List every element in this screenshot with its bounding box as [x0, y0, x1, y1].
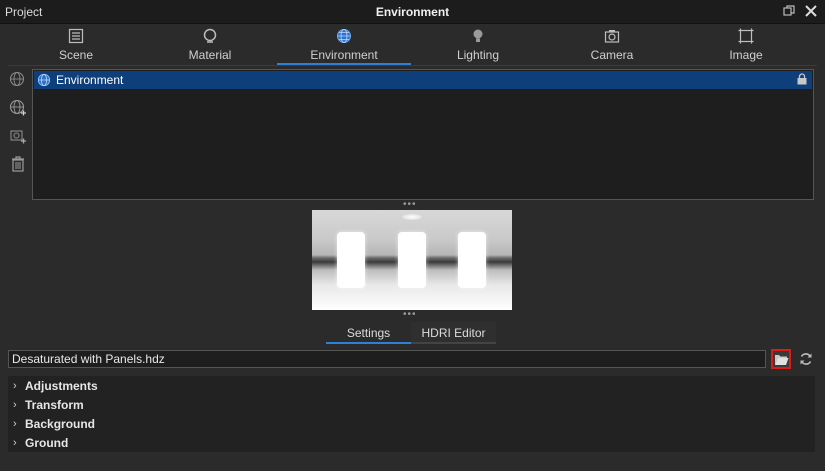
environment-name: Environment — [56, 73, 124, 87]
tab-scene[interactable]: Scene — [9, 24, 143, 66]
tab-settings[interactable]: Settings — [326, 322, 411, 344]
window-title: Environment — [375, 5, 450, 19]
settings-tabs: Settings HDRI Editor — [326, 322, 496, 344]
section-background[interactable]: › Background — [8, 414, 815, 433]
tab-lighting[interactable]: Lighting — [411, 24, 545, 66]
chevron-right-icon: › — [13, 417, 17, 430]
chevron-right-icon: › — [13, 398, 17, 411]
environment-list[interactable]: Environment — [32, 69, 814, 200]
chevron-right-icon: › — [13, 436, 17, 449]
scene-icon — [67, 27, 85, 45]
open-folder-button[interactable] — [771, 349, 791, 369]
reload-button[interactable] — [797, 350, 815, 368]
tab-material[interactable]: Material — [143, 24, 277, 66]
duplicate-environment-icon[interactable] — [8, 98, 28, 118]
bulb-icon — [469, 27, 487, 45]
main-tabs: Scene Material Environment Lighting Came… — [0, 24, 825, 66]
lock-icon[interactable] — [796, 73, 808, 85]
light-panel — [398, 232, 426, 288]
add-environment-icon[interactable] — [8, 70, 28, 90]
capture-environment-icon[interactable] — [8, 126, 28, 146]
title-bar: Project Environment — [0, 0, 825, 24]
tab-hdri-editor[interactable]: HDRI Editor — [411, 322, 496, 344]
folder-icon — [774, 354, 788, 365]
light-panel — [458, 232, 486, 288]
splitter-handle[interactable]: ••• — [403, 310, 417, 320]
camera-icon — [603, 27, 621, 45]
refresh-icon — [800, 353, 812, 365]
globe-icon — [37, 73, 51, 87]
section-transform[interactable]: › Transform — [8, 395, 815, 414]
tab-divider — [8, 65, 817, 66]
settings-sections: › Adjustments › Transform › Background ›… — [8, 376, 815, 452]
globe-icon — [335, 27, 353, 45]
close-icon[interactable] — [803, 3, 819, 19]
restore-icon[interactable] — [781, 3, 797, 19]
chevron-right-icon: › — [13, 379, 17, 392]
section-ground[interactable]: › Ground — [8, 433, 815, 452]
image-icon — [737, 27, 755, 45]
hdri-preview[interactable] — [312, 210, 512, 310]
tab-camera[interactable]: Camera — [545, 24, 679, 66]
list-item[interactable]: Environment — [34, 71, 812, 89]
material-icon — [201, 27, 219, 45]
hdri-file-field[interactable]: Desaturated with Panels.hdz — [8, 350, 766, 368]
splitter-handle[interactable]: ••• — [403, 200, 417, 210]
tab-environment[interactable]: Environment — [277, 24, 411, 66]
trash-icon[interactable] — [8, 154, 28, 174]
section-adjustments[interactable]: › Adjustments — [8, 376, 815, 395]
environment-toolbar — [8, 70, 30, 182]
light-panel — [337, 232, 365, 288]
tab-image[interactable]: Image — [679, 24, 813, 66]
light-spot — [402, 214, 422, 220]
